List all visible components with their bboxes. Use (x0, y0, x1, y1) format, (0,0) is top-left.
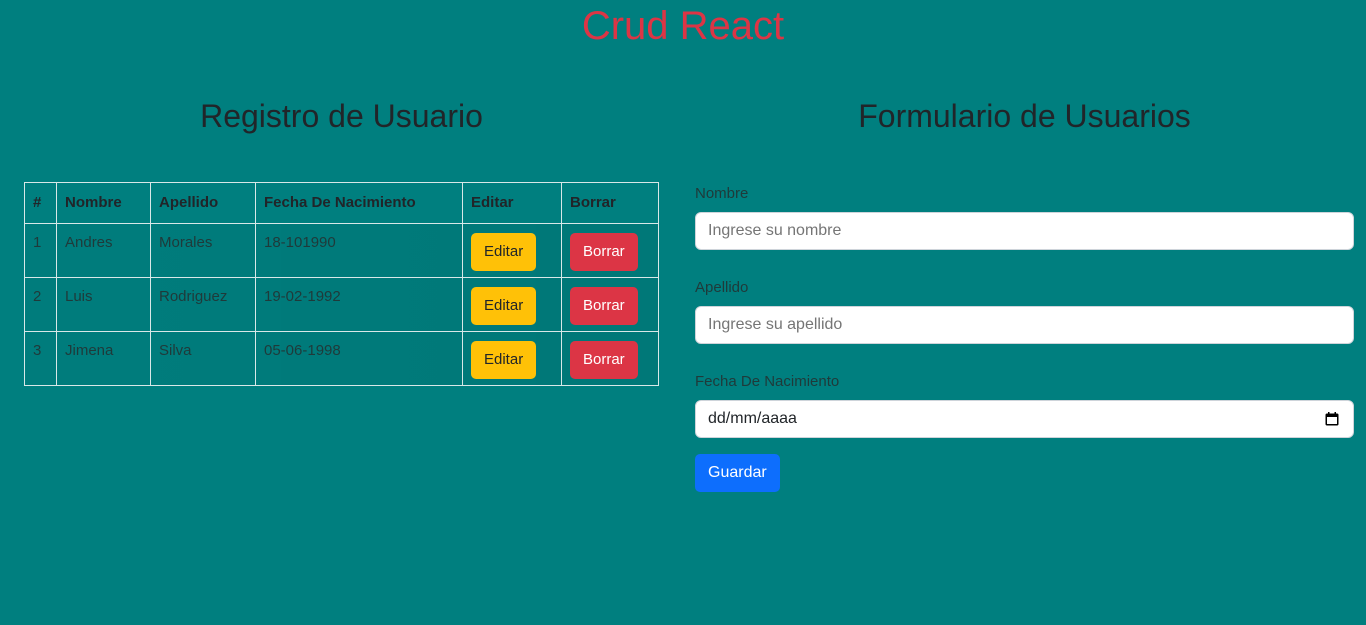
cell-nombre: Andres (56, 223, 151, 278)
fecha-group: Fecha De Nacimiento dd/mm/aaaa (695, 372, 1354, 438)
fecha-date-value: dd/mm/aaaa (708, 410, 797, 427)
cell-borrar: Borrar (561, 331, 659, 386)
cell-apellido: Rodriguez (150, 277, 256, 332)
users-table: # Nombre Apellido Fecha De Nacimiento Ed… (24, 182, 659, 386)
header-apellido: Apellido (150, 182, 256, 224)
cell-apellido: Silva (150, 331, 256, 386)
table-row: 1 Andres Morales 18-101990 Editar Borrar (24, 223, 659, 278)
cell-editar: Editar (462, 331, 562, 386)
header-fecha: Fecha De Nacimiento (255, 182, 463, 224)
fecha-label: Fecha De Nacimiento (695, 373, 840, 390)
cell-editar: Editar (462, 277, 562, 332)
edit-button[interactable]: Editar (471, 287, 537, 325)
cell-fecha: 18-101990 (255, 223, 463, 278)
delete-button[interactable]: Borrar (570, 341, 638, 379)
cell-id: 2 (24, 277, 57, 332)
registry-title: Registro de Usuario (200, 98, 483, 134)
cell-apellido: Morales (150, 223, 256, 278)
app-title: Crud React (581, 4, 785, 48)
delete-button[interactable]: Borrar (570, 233, 638, 271)
user-form-section: Formulario de Usuarios Nombre Apellido F… (695, 92, 1354, 492)
header-nombre: Nombre (56, 182, 151, 224)
header-number: # (24, 182, 57, 224)
table-row: 3 Jimena Silva 05-06-1998 Editar Borrar (24, 331, 659, 386)
delete-button[interactable]: Borrar (570, 287, 638, 325)
cell-borrar: Borrar (561, 277, 659, 332)
calendar-icon[interactable] (1325, 412, 1339, 426)
nombre-input[interactable] (695, 212, 1354, 250)
table-header: # Nombre Apellido Fecha De Nacimiento Ed… (24, 182, 659, 224)
user-registry-section: Registro de Usuario # Nombre Apellido Fe… (24, 92, 659, 386)
edit-button[interactable]: Editar (471, 233, 537, 271)
header-editar: Editar (462, 182, 562, 224)
cell-id: 1 (24, 223, 57, 278)
cell-borrar: Borrar (561, 223, 659, 278)
cell-fecha: 19-02-1992 (255, 277, 463, 332)
cell-nombre: Luis (56, 277, 151, 332)
edit-button[interactable]: Editar (471, 341, 537, 379)
user-form: Nombre Apellido Fecha De Nacimiento dd/m… (695, 184, 1354, 492)
cell-nombre: Jimena (56, 331, 151, 386)
nombre-label: Nombre (695, 185, 749, 202)
cell-editar: Editar (462, 223, 562, 278)
form-title: Formulario de Usuarios (858, 98, 1191, 134)
header-borrar: Borrar (561, 182, 659, 224)
apellido-group: Apellido (695, 278, 1354, 344)
apellido-label: Apellido (695, 279, 749, 296)
table-header-row: # Nombre Apellido Fecha De Nacimiento Ed… (24, 182, 659, 224)
nombre-group: Nombre (695, 184, 1354, 250)
fecha-date-input[interactable]: dd/mm/aaaa (695, 400, 1354, 438)
table-row: 2 Luis Rodriguez 19-02-1992 Editar Borra… (24, 277, 659, 332)
save-button[interactable]: Guardar (695, 454, 780, 492)
apellido-input[interactable] (695, 306, 1354, 344)
cell-fecha: 05-06-1998 (255, 331, 463, 386)
cell-id: 3 (24, 331, 57, 386)
